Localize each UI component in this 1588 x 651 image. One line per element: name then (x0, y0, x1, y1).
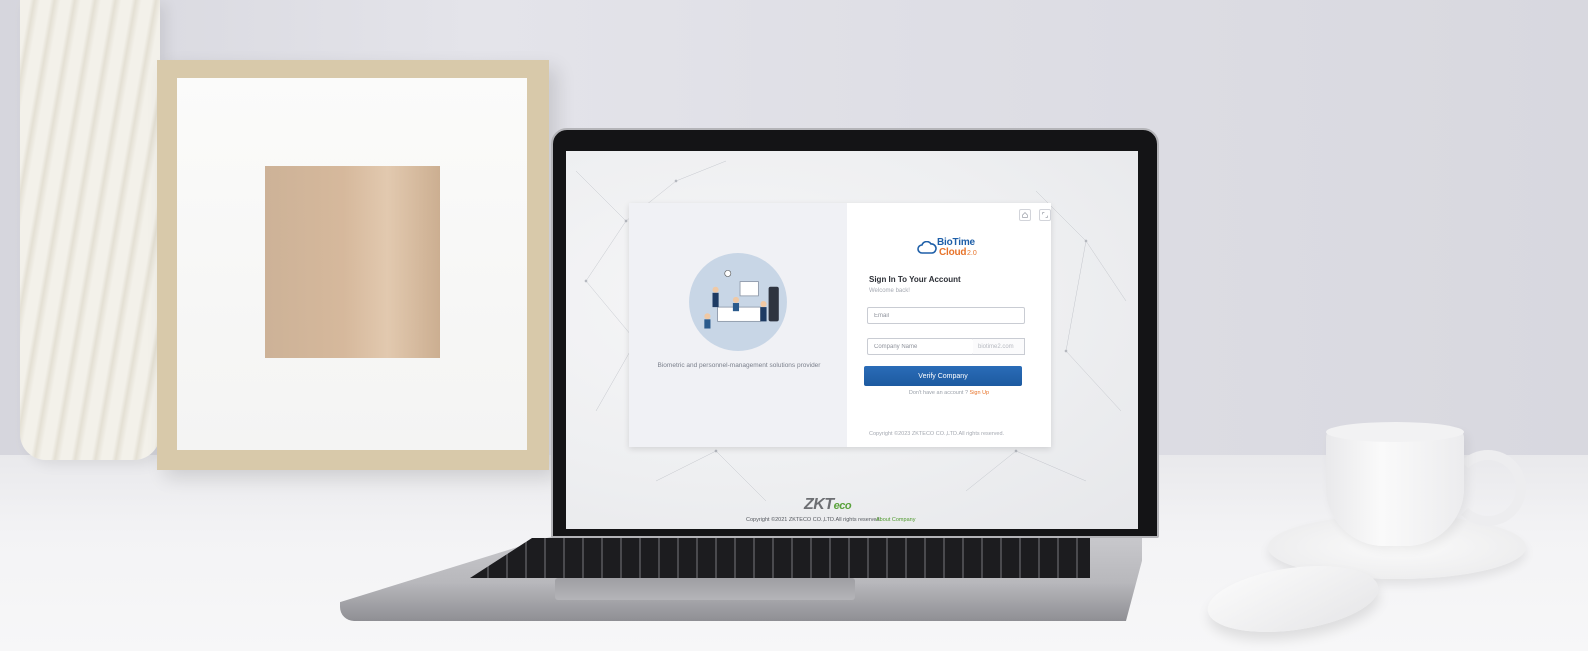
company-domain-suffix: biotime2.com (973, 338, 1025, 355)
footer-copyright: Copyright ©2021 ZKTECO CO.,LTD.All right… (746, 517, 880, 523)
zkteco-logo: ZKTeco (804, 496, 852, 514)
signin-title: Sign In To Your Account (869, 275, 961, 284)
zkteco-logo-main: ZKT (804, 496, 834, 513)
biotime-logo: BioTime Cloud 2.0 (917, 237, 997, 261)
coffee-cup (1326, 428, 1464, 546)
illustration-panel: Biometric and personnel-management solut… (629, 203, 847, 447)
vase (20, 0, 160, 460)
logo-version: 2.0 (967, 250, 977, 257)
company-name-field[interactable] (867, 338, 974, 355)
laptop-keyboard (470, 538, 1090, 578)
signup-link[interactable]: Sign Up (970, 390, 990, 396)
laptop-screen: Biometric and personnel-management solut… (566, 151, 1138, 529)
office-illustration (689, 253, 787, 351)
frame-mat (177, 78, 527, 450)
home-icon[interactable] (1019, 209, 1031, 221)
signin-panel: BioTime Cloud 2.0 Sign In To Your Accoun… (847, 203, 1051, 447)
expand-icon[interactable] (1039, 209, 1051, 221)
tagline: Biometric and personnel-management solut… (657, 362, 821, 369)
zkteco-logo-accent: eco (833, 500, 852, 512)
email-field[interactable] (867, 307, 1025, 324)
login-card: Biometric and personnel-management solut… (629, 203, 1051, 447)
cloud-logo-icon (917, 241, 937, 254)
card-copyright: Copyright ©2023 ZKTECO CO.,LTD.All right… (869, 431, 1005, 437)
frame-photo (265, 166, 440, 358)
signup-prompt: Don't have an account ? (908, 390, 969, 396)
logo-cloud: Cloud (939, 247, 967, 258)
signin-subtitle: Welcome back! (869, 288, 910, 294)
laptop-trackpad (555, 578, 855, 600)
photo-frame (157, 60, 549, 470)
verify-company-button[interactable]: Verify Company (864, 366, 1022, 386)
signup-row: Don't have an account ? Sign Up (847, 390, 1051, 396)
about-company-link[interactable]: About Company (876, 517, 915, 523)
cup-rim (1326, 422, 1464, 442)
